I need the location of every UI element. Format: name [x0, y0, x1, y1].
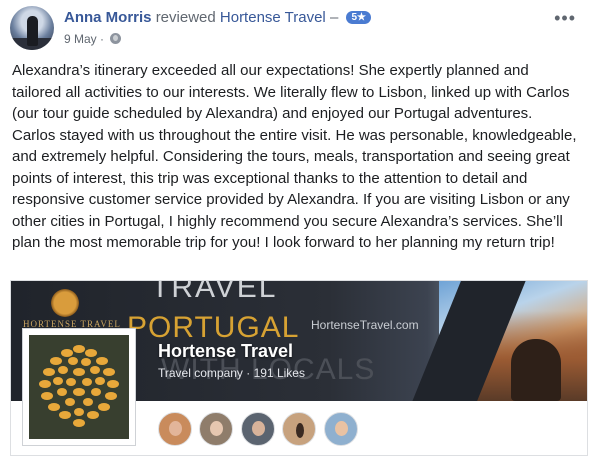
- liker-avatar[interactable]: [240, 412, 275, 446]
- reviewed-page-link[interactable]: Hortense Travel: [220, 9, 326, 26]
- globe-icon[interactable]: [110, 33, 122, 44]
- page-profile-picture[interactable]: [22, 328, 136, 446]
- liker-avatar[interactable]: [199, 412, 234, 446]
- cover-travel-text: TRAVEL: [151, 281, 278, 304]
- cover-logo-icon: [51, 289, 79, 317]
- liker-avatar[interactable]: [282, 412, 317, 446]
- cover-url-text: HortenseTravel.com: [311, 318, 419, 332]
- title-separator: –: [329, 9, 339, 26]
- post-title-line: Anna Morris reviewed Hortense Travel – 5…: [64, 9, 371, 26]
- author-avatar[interactable]: [10, 6, 54, 50]
- cover-portugal-text: PORTUGAL: [127, 311, 300, 344]
- hortense-logo-icon: [29, 335, 129, 439]
- meta-dot: ·: [100, 32, 105, 46]
- liker-avatar[interactable]: [158, 412, 192, 446]
- liker-avatar[interactable]: [323, 412, 358, 446]
- post-header: Anna Morris reviewed Hortense Travel – 5…: [10, 6, 580, 52]
- rating-badge: 5★: [346, 11, 371, 24]
- tree-logo-svg: [39, 345, 119, 427]
- post-meta: 9 May ·: [64, 32, 122, 46]
- page-card-title[interactable]: Hortense Travel: [158, 341, 293, 362]
- traveler-silhouette: [511, 339, 561, 401]
- review-text: Alexandra’s itinerary exceeded all our e…: [12, 62, 577, 251]
- author-name-link[interactable]: Anna Morris: [64, 9, 152, 26]
- post-date-link[interactable]: 9 May: [64, 32, 97, 46]
- page-attachment-card[interactable]: HORTENSE TRAVEL TRAVEL PORTUGAL Hortense…: [10, 280, 588, 456]
- liker-avatars: [158, 412, 361, 448]
- page-card-subtitle: Travel company · 191 Likes: [158, 366, 305, 380]
- review-verb: reviewed: [155, 9, 216, 26]
- more-options-icon[interactable]: •••: [554, 8, 576, 29]
